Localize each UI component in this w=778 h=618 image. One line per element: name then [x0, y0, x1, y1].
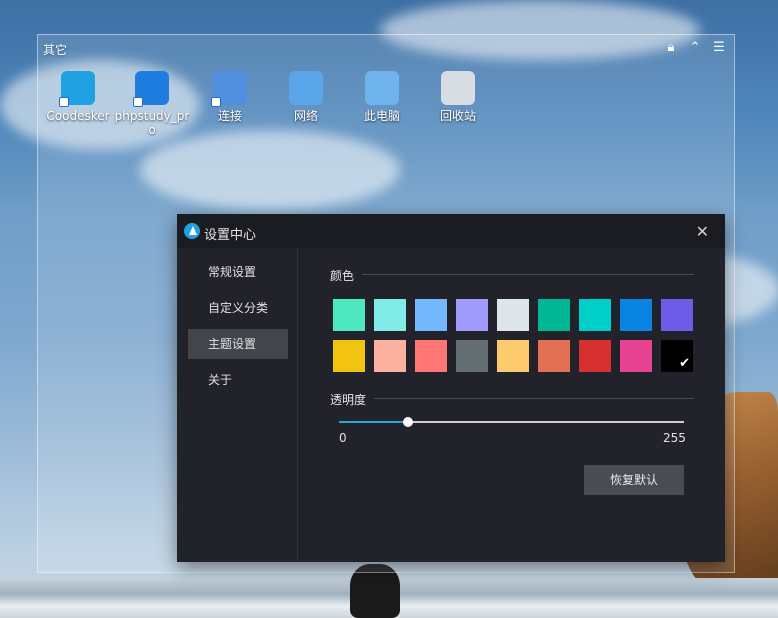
desktop-shortcut[interactable]: Coodesker — [40, 71, 116, 123]
color-swatch[interactable] — [333, 340, 365, 372]
opacity-slider[interactable] — [339, 417, 684, 427]
color-swatch[interactable] — [333, 299, 365, 331]
color-swatch[interactable] — [620, 299, 652, 331]
window-title: 设置中心 — [204, 228, 257, 243]
desktop-shortcut[interactable]: phpstudy_pro — [114, 71, 190, 137]
color-swatch[interactable] — [415, 340, 447, 372]
fence-actions: 🔒︎ ⌃ ☰ — [664, 40, 726, 55]
shortcut-arrow-icon — [211, 97, 221, 107]
shortcut-label: 此电脑 — [363, 109, 400, 123]
coodesker-icon — [59, 71, 95, 107]
opacity-min-label: 0 — [339, 431, 347, 445]
sidebar-item-general[interactable]: 常规设置 — [188, 257, 288, 287]
settings-sidebar: 常规设置 自定义分类 主题设置 关于 — [177, 248, 298, 562]
color-swatch[interactable]: ✔ — [661, 340, 693, 372]
section-divider — [374, 398, 694, 399]
opacity-slider-fill — [339, 421, 408, 423]
color-swatch[interactable] — [415, 299, 447, 331]
sidebar-item-custom-category[interactable]: 自定义分类 — [188, 293, 288, 323]
color-section-label: 颜色 — [330, 269, 355, 283]
restore-default-button[interactable]: 恢复默认 — [584, 465, 684, 495]
desktop-shortcut[interactable]: 此电脑 — [344, 71, 420, 123]
settings-window: 设置中心 ✕ 常规设置 自定义分类 主题设置 关于 颜色 ✔ 透明度 0 255… — [177, 214, 725, 562]
color-swatch[interactable] — [456, 299, 488, 331]
network-icon — [289, 71, 323, 105]
color-swatch[interactable] — [374, 340, 406, 372]
remote-connection-icon — [211, 71, 247, 107]
phpstudy-icon — [133, 71, 169, 107]
shortcut-label: Coodesker — [46, 109, 110, 123]
sidebar-item-theme[interactable]: 主题设置 — [188, 329, 288, 359]
shortcut-arrow-icon — [59, 97, 69, 107]
color-swatch[interactable] — [579, 299, 611, 331]
color-swatch[interactable] — [374, 299, 406, 331]
lock-icon[interactable]: 🔒︎ — [664, 40, 678, 55]
sidebar-item-about[interactable]: 关于 — [188, 365, 288, 395]
shortcut-label: 网络 — [293, 109, 318, 123]
color-swatch[interactable] — [579, 340, 611, 372]
color-swatch[interactable] — [620, 340, 652, 372]
title-bar: 设置中心 ✕ — [177, 214, 725, 248]
color-swatch[interactable] — [538, 340, 570, 372]
color-swatch[interactable] — [497, 340, 529, 372]
shortcut-label: 回收站 — [439, 109, 476, 123]
desktop-shortcut[interactable]: 连接 — [192, 71, 268, 123]
menu-icon[interactable]: ☰ — [712, 40, 726, 55]
section-divider — [362, 274, 694, 275]
shortcut-label: phpstudy_pro — [114, 109, 190, 137]
app-logo-icon — [184, 223, 200, 239]
color-swatch[interactable] — [538, 299, 570, 331]
checkmark-icon: ✔ — [679, 356, 690, 371]
shortcut-label: 连接 — [217, 109, 242, 123]
color-swatch[interactable] — [456, 340, 488, 372]
color-swatch[interactable] — [661, 299, 693, 331]
color-swatch[interactable] — [497, 299, 529, 331]
computer-icon — [365, 71, 399, 105]
opacity-section-label: 透明度 — [330, 393, 367, 407]
shortcut-arrow-icon — [133, 97, 143, 107]
desktop-shortcut[interactable]: 回收站 — [420, 71, 496, 123]
opacity-slider-thumb[interactable] — [403, 417, 413, 427]
close-icon[interactable]: ✕ — [696, 222, 709, 241]
recycle-bin-icon — [441, 71, 475, 105]
opacity-max-label: 255 — [663, 431, 686, 445]
fence-title: 其它 — [43, 43, 68, 57]
collapse-icon[interactable]: ⌃ — [688, 40, 702, 55]
desktop-shortcut[interactable]: 网络 — [268, 71, 344, 123]
